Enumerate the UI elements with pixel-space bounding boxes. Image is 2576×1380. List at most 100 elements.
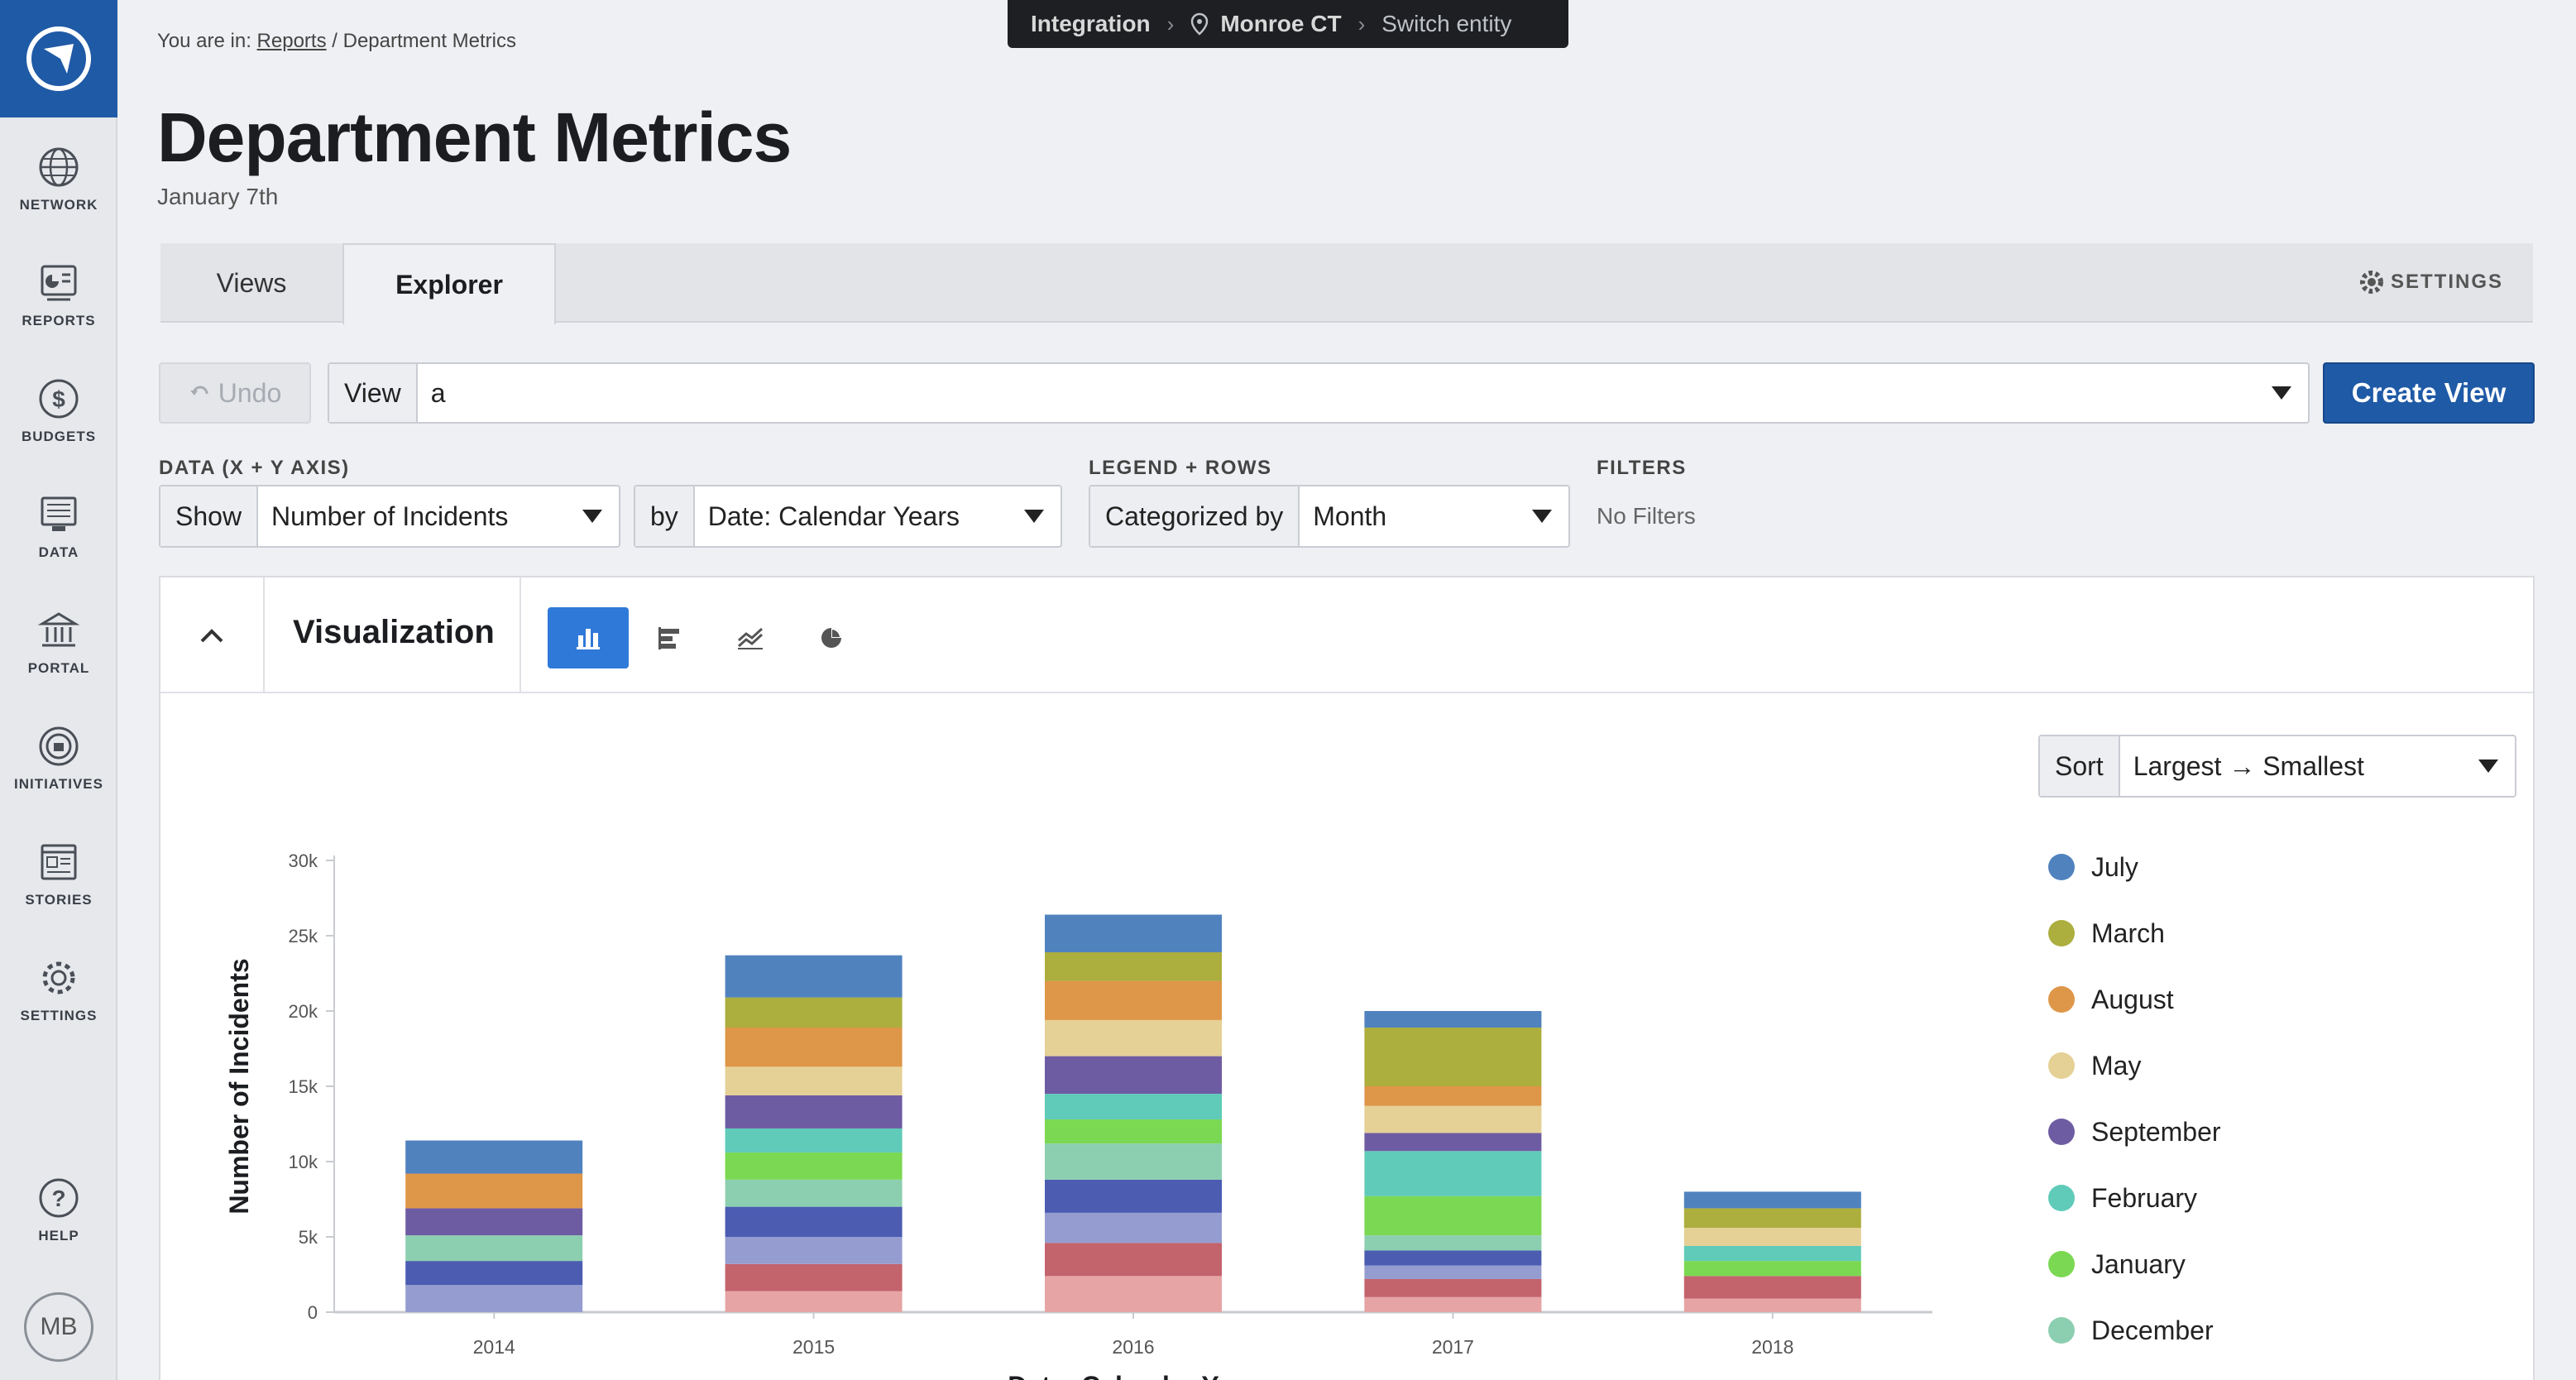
bar-segment	[725, 1206, 903, 1237]
categorized-by-select[interactable]: Categorized by Month	[1089, 485, 1570, 548]
legend-label: September	[2091, 1116, 2221, 1147]
y-tick-label: 25k	[289, 926, 318, 946]
sort-label: Sort	[2040, 736, 2120, 796]
bar-segment	[1045, 1143, 1222, 1180]
svg-text:?: ?	[51, 1186, 65, 1211]
nav-label: PORTAL	[27, 660, 90, 676]
data-section-label: DATA (X + Y AXIS)	[159, 457, 350, 479]
x-axis-title: Date: Calendar Years	[1008, 1371, 1272, 1380]
breadcrumb-current: Department Metrics	[342, 30, 516, 52]
categorized-by-label: Categorized by	[1090, 486, 1300, 546]
bar-segment	[725, 1263, 903, 1291]
legend-swatch	[2048, 854, 2075, 880]
side-navigation: NETWORK REPORTS $ BUDGETS DATA PORTAL IN…	[0, 0, 117, 1380]
legend-item[interactable]: September	[2048, 1099, 2221, 1165]
line-chart-button[interactable]	[710, 607, 791, 668]
y-tick-label: 15k	[289, 1076, 318, 1097]
y-tick-label: 5k	[299, 1227, 318, 1248]
entity-location[interactable]: Monroe CT	[1220, 11, 1341, 37]
nav-network[interactable]: NETWORK	[0, 144, 117, 213]
bar-segment	[1045, 1212, 1222, 1243]
sort-select[interactable]: Sort Largest → Smallest	[2038, 735, 2516, 798]
page-title: Department Metrics	[157, 98, 792, 176]
bar-segment	[1045, 1119, 1222, 1144]
user-avatar[interactable]: MB	[24, 1292, 93, 1362]
caret-down-icon	[1532, 510, 1552, 523]
show-select[interactable]: Show Number of Incidents	[159, 485, 620, 548]
collapse-button[interactable]	[160, 577, 265, 693]
bar-segment	[1364, 1278, 1542, 1297]
settings-label: SETTINGS	[2390, 271, 2503, 293]
view-select[interactable]: View a	[328, 362, 2310, 424]
portal-icon	[37, 612, 80, 647]
legend-item[interactable]: July	[2048, 834, 2221, 900]
show-value: Number of Incidents	[271, 501, 509, 531]
x-tick-label: 2014	[473, 1336, 515, 1358]
caret-down-icon	[2478, 759, 2498, 773]
app-logo[interactable]	[0, 0, 117, 117]
page-date: January 7th	[157, 184, 279, 209]
filters-label: FILTERS	[1597, 457, 1687, 479]
nav-label: STORIES	[25, 892, 93, 908]
nav-settings[interactable]: SETTINGS	[0, 955, 117, 1024]
tab-bar: Views Explorer SETTINGS	[160, 243, 2533, 324]
bar-segment	[725, 1237, 903, 1264]
legend-item[interactable]: December	[2048, 1297, 2221, 1363]
bar-segment	[1045, 1276, 1222, 1312]
create-view-button[interactable]: Create View	[2323, 362, 2535, 424]
caret-down-icon	[582, 510, 602, 523]
gear-icon	[42, 961, 75, 994]
by-value: Date: Calendar Years	[707, 501, 960, 531]
nav-help[interactable]: ? HELP	[0, 1175, 117, 1244]
column-chart-button[interactable]	[548, 607, 629, 668]
bar-segment	[725, 1179, 903, 1207]
nav-initiatives[interactable]: INITIATIVES	[0, 723, 117, 793]
legend-item[interactable]: August	[2048, 966, 2221, 1033]
nav-stories[interactable]: STORIES	[0, 839, 117, 908]
bar-segment	[405, 1173, 583, 1209]
nav-label: DATA	[38, 544, 79, 560]
bar-segment	[1364, 1011, 1542, 1028]
tab-views[interactable]: Views	[160, 243, 342, 323]
nav-portal[interactable]: PORTAL	[0, 607, 117, 677]
nav-budgets[interactable]: $ BUDGETS	[0, 376, 117, 445]
stacked-column-chart: 0 5k 10k 15k 20k 25k 30k Number of Incidents 201…	[224, 851, 1932, 1380]
y-tick-label: 0	[308, 1302, 318, 1323]
bar-segment	[725, 1291, 903, 1312]
gear-icon	[2359, 271, 2383, 294]
legend-swatch	[2048, 920, 2075, 946]
dollar-icon: $	[39, 379, 79, 419]
bar-chart-icon	[658, 627, 679, 649]
legend-label: July	[2091, 851, 2138, 882]
legend-item[interactable]: February	[2048, 1165, 2221, 1231]
switch-entity-link[interactable]: Switch entity	[1381, 11, 1511, 37]
data-icon	[41, 496, 77, 531]
filters-value[interactable]: No Filters	[1597, 503, 1696, 529]
legend-item[interactable]: January	[2048, 1231, 2221, 1297]
nav-label: HELP	[38, 1228, 79, 1243]
nav-reports[interactable]: REPORTS	[0, 260, 117, 329]
legend-item[interactable]: May	[2048, 1033, 2221, 1099]
legend-item[interactable]: March	[2048, 900, 2221, 966]
bar-segment	[725, 1152, 903, 1180]
bar-segment	[1364, 1296, 1542, 1312]
by-select[interactable]: by Date: Calendar Years	[634, 485, 1062, 548]
x-tick-label: 2016	[1112, 1336, 1154, 1358]
breadcrumb-reports-link[interactable]: Reports	[257, 30, 327, 52]
bar-segment	[1683, 1228, 1861, 1246]
settings-link[interactable]: SETTINGS	[2358, 268, 2503, 296]
entity-org[interactable]: Integration	[1031, 11, 1151, 37]
tab-explorer[interactable]: Explorer	[342, 243, 556, 324]
bar-segment	[1364, 1086, 1542, 1106]
pie-chart-button[interactable]	[791, 607, 872, 668]
bar-segment	[1045, 1094, 1222, 1120]
nav-label: INITIATIVES	[14, 776, 103, 792]
nav-data[interactable]: DATA	[0, 491, 117, 561]
view-label: View	[329, 364, 418, 422]
chevron-right-icon: ›	[1357, 11, 1366, 36]
bar-segment	[1683, 1245, 1861, 1262]
bar-chart-button[interactable]	[629, 607, 710, 668]
undo-button[interactable]: Undo	[159, 362, 311, 424]
legend-swatch	[2048, 1119, 2075, 1145]
bar-segment	[1683, 1276, 1861, 1299]
